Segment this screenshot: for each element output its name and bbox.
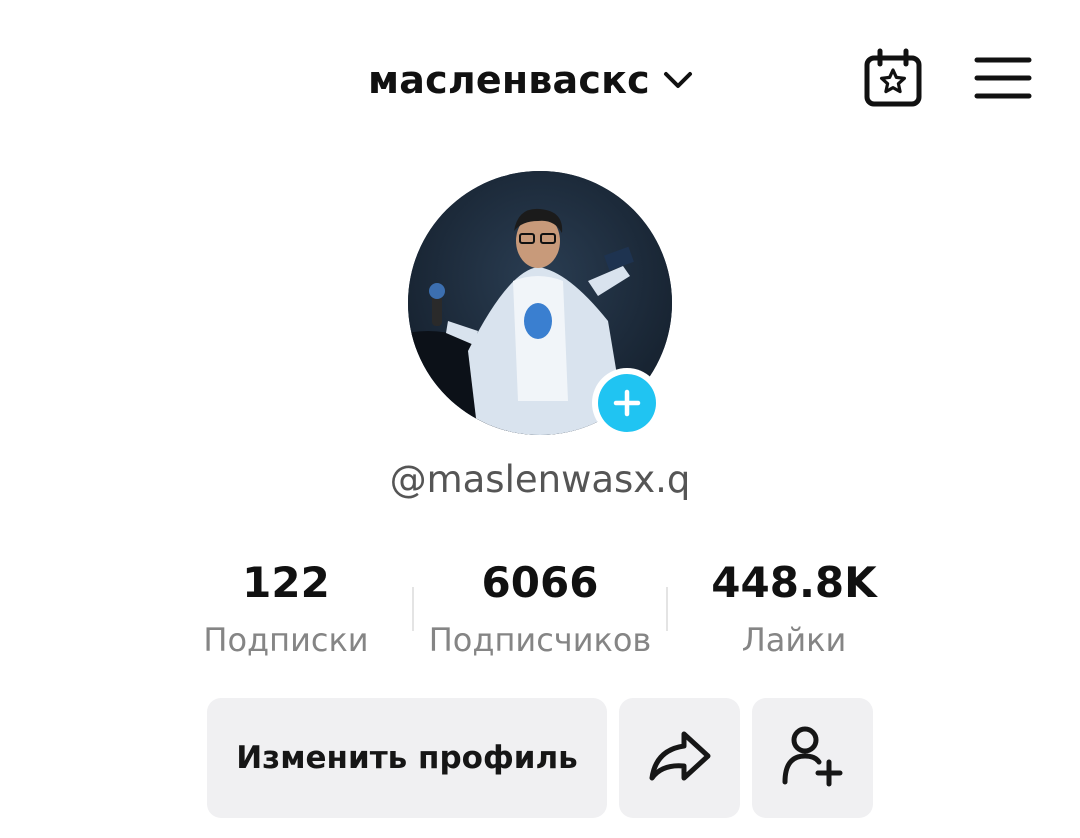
- profile-header: масленваскс: [0, 0, 1080, 150]
- stat-following[interactable]: 122 Подписки: [156, 555, 416, 659]
- share-arrow-icon: [648, 728, 712, 789]
- account-name: масленваскс: [368, 58, 650, 102]
- share-profile-button[interactable]: [619, 698, 740, 818]
- edit-profile-label: Изменить профиль: [236, 740, 578, 776]
- add-story-button[interactable]: [592, 368, 662, 438]
- account-switcher[interactable]: масленваскс: [368, 52, 694, 108]
- edit-profile-button[interactable]: Изменить профиль: [207, 698, 607, 818]
- chevron-down-icon: [662, 64, 694, 96]
- stat-value: 122: [242, 558, 330, 607]
- stat-label: Подписчиков: [428, 621, 652, 659]
- username: @maslenwasx.q: [389, 458, 691, 501]
- add-friend-icon: [781, 724, 845, 793]
- avatar[interactable]: [408, 171, 672, 438]
- calendar-star-icon[interactable]: [862, 48, 924, 108]
- profile-stats: 122 Подписки 6066 Подписчиков 448.8K Лай…: [0, 555, 1080, 675]
- stat-label: Подписки: [203, 621, 369, 659]
- plus-icon: [598, 374, 656, 432]
- stat-value: 6066: [481, 558, 599, 607]
- stat-likes[interactable]: 448.8K Лайки: [664, 555, 924, 659]
- add-friend-button[interactable]: [752, 698, 873, 818]
- stat-followers[interactable]: 6066 Подписчиков: [410, 555, 670, 659]
- hamburger-menu-icon[interactable]: [974, 54, 1032, 102]
- stat-value: 448.8K: [711, 558, 877, 607]
- stat-label: Лайки: [741, 621, 847, 659]
